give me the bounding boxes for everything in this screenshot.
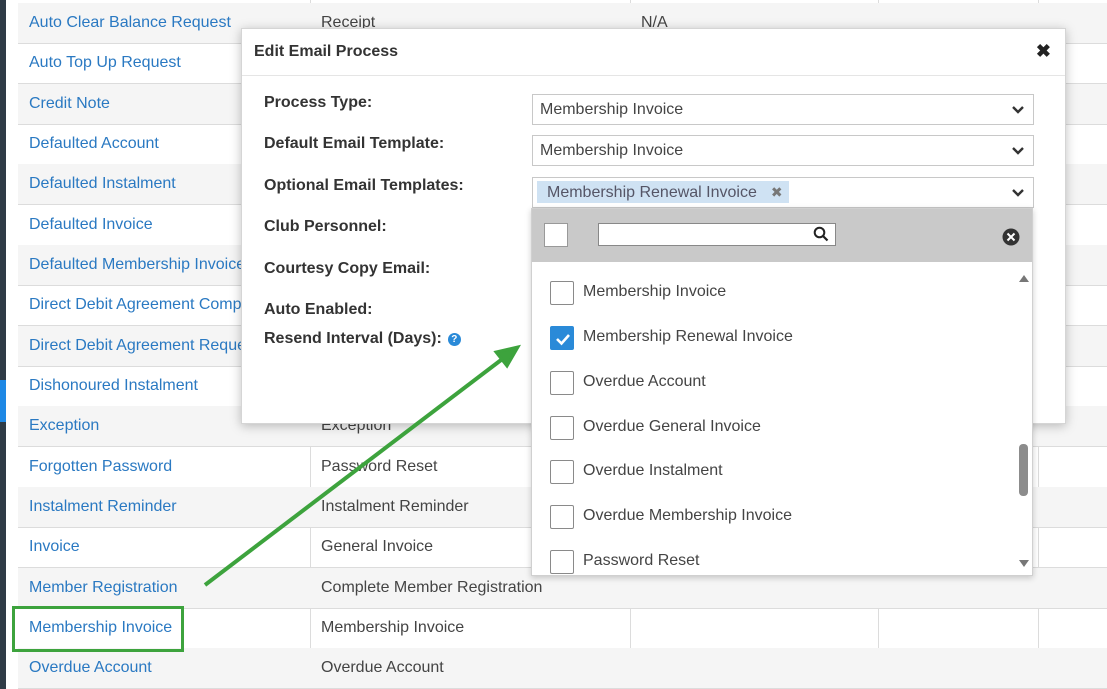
selected-template-tag-label: Membership Renewal Invoice xyxy=(547,184,757,201)
optional-templates-multiselect[interactable]: Membership Renewal Invoice ✖ xyxy=(532,177,1034,208)
select-all-checkbox[interactable] xyxy=(544,223,568,247)
scroll-down-arrow-icon[interactable] xyxy=(1018,559,1030,569)
auto-enabled-label: Auto Enabled: xyxy=(264,301,373,318)
resend-interval-label-wrap: Resend Interval (Days):? xyxy=(264,330,461,348)
selected-template-tag: Membership Renewal Invoice ✖ xyxy=(537,181,789,203)
chevron-down-icon xyxy=(1012,147,1024,155)
scroll-up-arrow-icon[interactable] xyxy=(1018,273,1030,283)
process-link[interactable]: Forgotten Password xyxy=(29,447,299,487)
remove-tag-icon[interactable]: ✖ xyxy=(771,184,783,200)
resend-interval-label: Resend Interval (Days): xyxy=(264,330,442,347)
process-link[interactable]: Invoice xyxy=(29,527,299,567)
option-label: Overdue Instalment xyxy=(583,462,723,479)
process-link[interactable]: Overdue Account xyxy=(29,648,299,688)
default-template-label: Default Email Template: xyxy=(264,135,445,152)
dropdown-search-input[interactable] xyxy=(598,223,836,246)
modal-title: Edit Email Process xyxy=(254,43,399,60)
optional-templates-label: Optional Email Templates: xyxy=(264,177,464,194)
club-personnel-label: Club Personnel: xyxy=(264,218,387,235)
annotation-highlight-box xyxy=(12,606,184,652)
option-label: Password Reset xyxy=(583,552,700,569)
option-checkbox[interactable] xyxy=(550,281,574,305)
close-icon[interactable]: ✖ xyxy=(1036,41,1051,62)
option-checkbox[interactable] xyxy=(550,416,574,440)
table-row: Overdue Account Overdue Account xyxy=(18,648,1107,689)
help-icon[interactable]: ? xyxy=(447,333,461,346)
process-link[interactable]: Member Registration xyxy=(29,568,299,608)
option-label: Overdue Account xyxy=(583,373,706,390)
left-nav-rail xyxy=(0,0,6,689)
chevron-down-icon xyxy=(1012,189,1024,197)
default-template-select[interactable]: Membership Invoice xyxy=(532,135,1034,166)
process-type-label: Process Type: xyxy=(264,94,373,111)
option-checkbox[interactable] xyxy=(550,371,574,395)
process-link[interactable]: Instalment Reminder xyxy=(29,487,299,527)
option-checkbox[interactable] xyxy=(550,460,574,484)
scrollbar-thumb[interactable] xyxy=(1019,444,1028,496)
dropdown-toolbar xyxy=(532,209,1032,262)
clear-search-icon[interactable] xyxy=(1002,228,1020,246)
process-type-cell: Overdue Account xyxy=(321,659,444,676)
left-nav-active-indicator xyxy=(0,380,6,422)
option-checkbox[interactable] xyxy=(550,550,574,574)
option-label: Overdue Membership Invoice xyxy=(583,507,792,524)
option-label: Membership Invoice xyxy=(583,283,727,300)
option-checkbox[interactable] xyxy=(550,505,574,529)
courtesy-copy-label: Courtesy Copy Email: xyxy=(264,260,431,277)
search-icon xyxy=(813,226,829,242)
process-type-cell: Membership Invoice xyxy=(321,619,465,636)
chevron-down-icon xyxy=(1012,106,1024,114)
option-label: Membership Renewal Invoice xyxy=(583,328,793,345)
process-type-select[interactable]: Membership Invoice xyxy=(532,94,1034,125)
option-checkbox-checked[interactable] xyxy=(550,326,574,350)
default-template-value: Membership Invoice xyxy=(540,142,684,159)
checkmark-icon xyxy=(556,334,570,346)
modal-header: Edit Email Process ✖ xyxy=(242,29,1065,76)
process-type-value: Membership Invoice xyxy=(540,101,684,118)
optional-templates-dropdown: Membership Invoice Membership Renewal In… xyxy=(531,208,1033,576)
option-label: Overdue General Invoice xyxy=(583,418,761,435)
